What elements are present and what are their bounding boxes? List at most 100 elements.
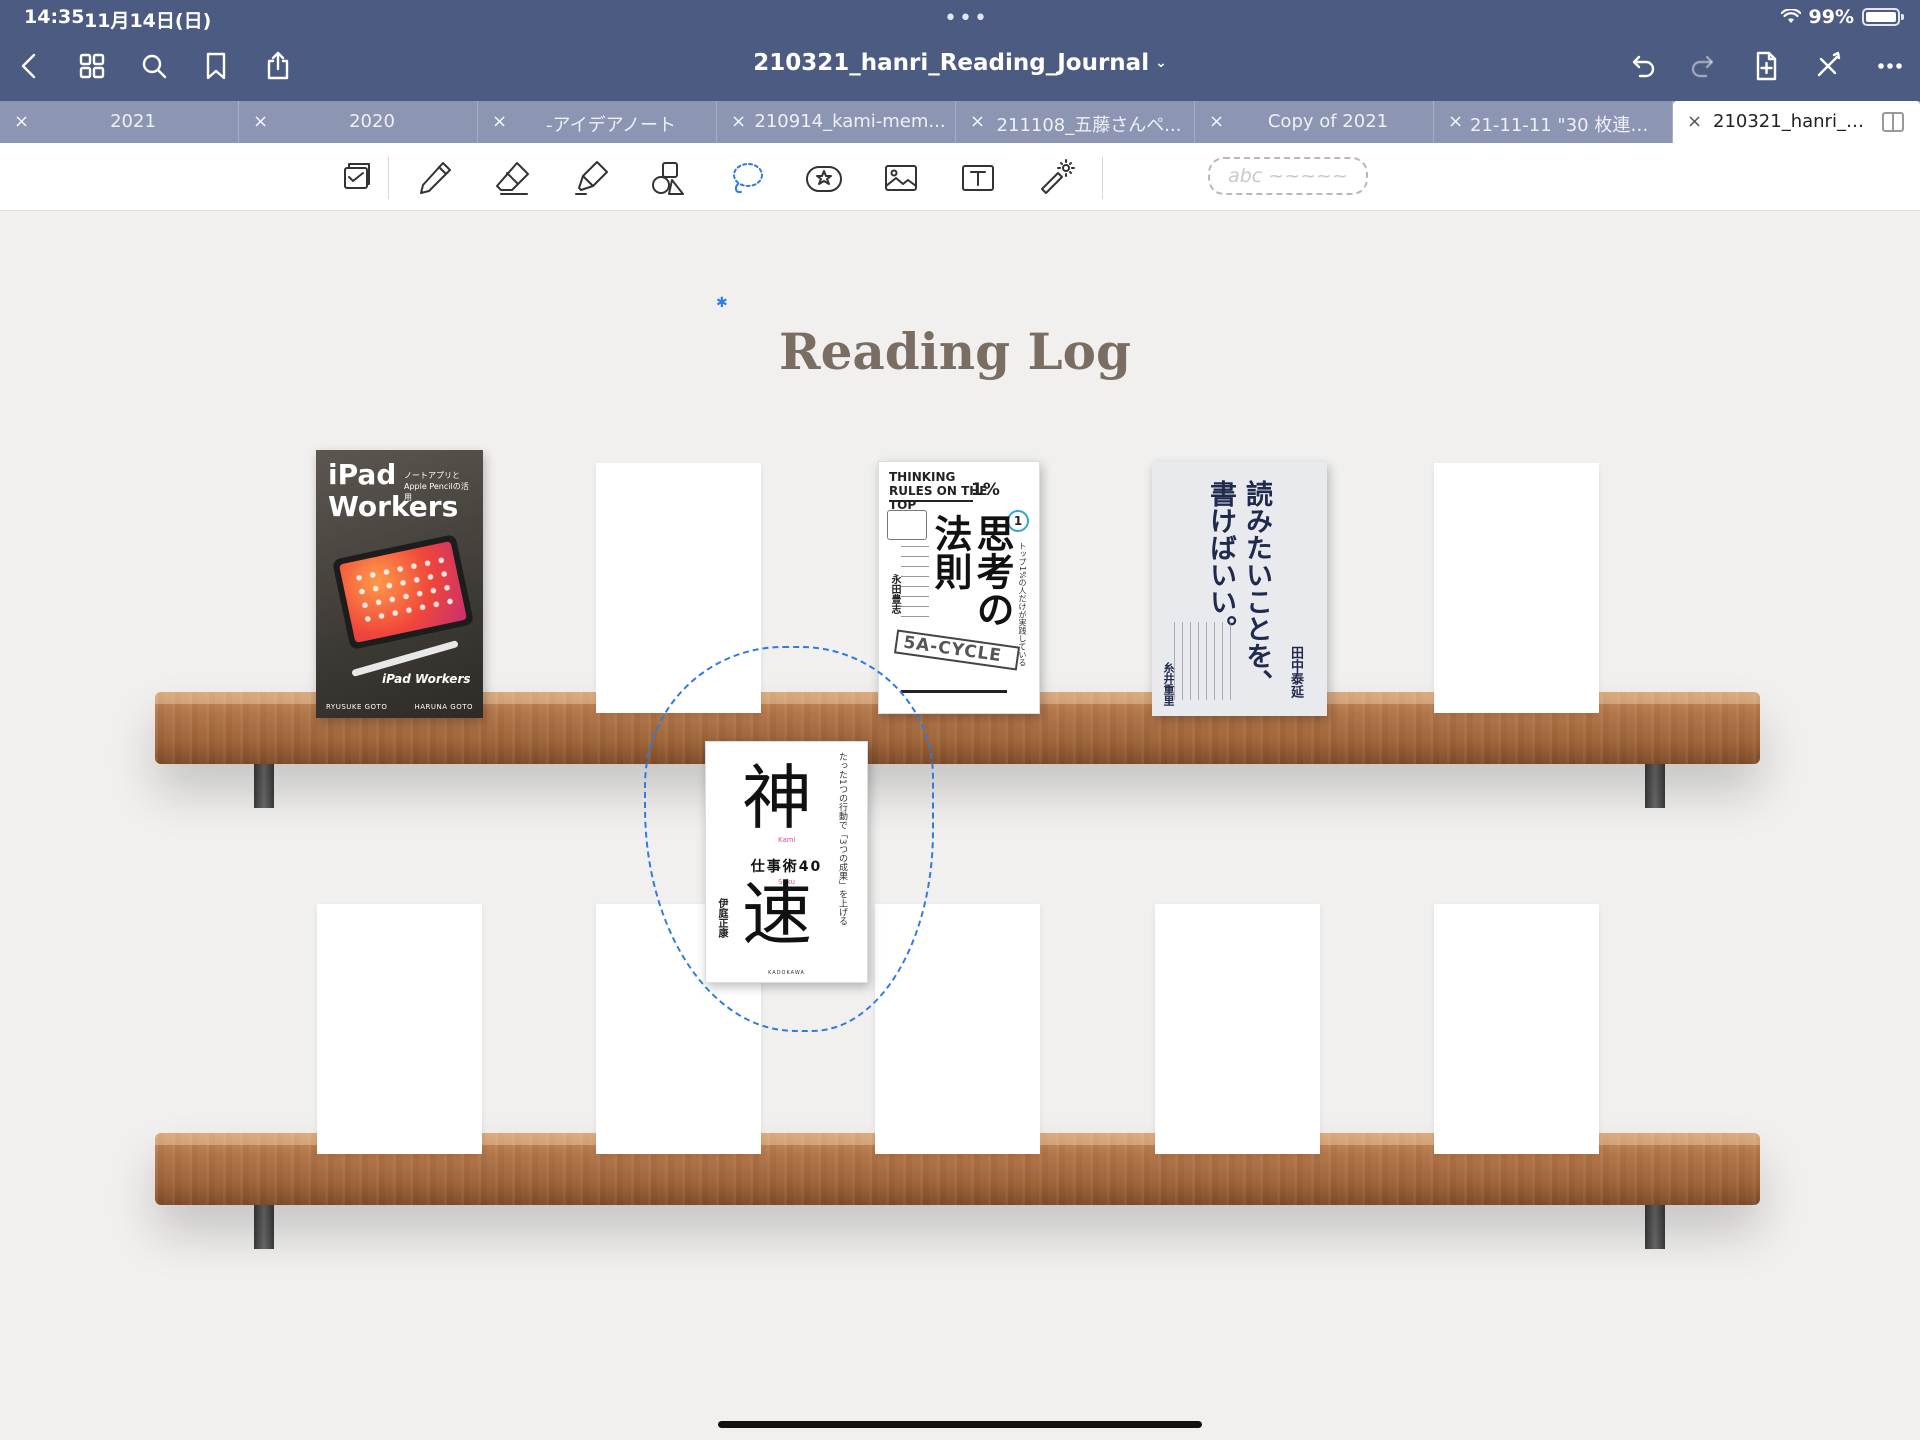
status-date: 11月14日(日) [84,10,212,32]
book-cover-yomitai[interactable]: 読みたいことを、 書けばいい。 田中泰延 糸井重里 [1152,462,1327,716]
book-author: 糸井重里 [1162,662,1175,706]
image-icon[interactable] [878,155,924,201]
tab-goto-page[interactable]: × 211108_五藤さんペ... [956,101,1195,143]
divider-line [889,500,973,502]
tab-label[interactable]: 211108_五藤さんペ... [992,111,1186,137]
text-icon[interactable] [955,155,1001,201]
shelf-bracket [1645,762,1665,808]
highlighter-icon[interactable] [568,155,614,201]
status-time: 14:35 [24,6,85,28]
chevron-down-icon[interactable]: ⌄ [1155,55,1167,71]
pen-icon[interactable] [412,155,458,201]
cover-fine-print [1174,622,1236,700]
split-view-icon[interactable] [1882,112,1904,132]
close-icon[interactable] [1808,46,1848,86]
tab-close-icon[interactable]: × [1209,111,1224,132]
bluetooth-icon: ✱ [716,295,728,311]
tab-close-icon[interactable]: × [1448,111,1463,132]
tab-idea-note[interactable]: × -アイデアノート [478,101,717,143]
tab-label[interactable]: Copy of 2021 [1231,111,1425,132]
tab-close-icon[interactable]: × [970,111,985,132]
shelf-bracket [1645,1203,1665,1249]
shapes-icon[interactable] [645,155,691,201]
book-tagline: たった1つの行動で「3つの成果」を上げる [837,752,847,926]
tab-label[interactable]: 2020 [275,111,469,132]
grid-icon[interactable] [72,46,112,86]
tab-label[interactable]: 210914_kami-mem... [753,111,947,132]
tool-bar: ✱ [0,143,1920,311]
tab-2021[interactable]: × 2021 [0,101,239,143]
tab-close-icon[interactable]: × [14,111,29,132]
scan-icon[interactable] [333,155,379,201]
book-publisher: KADOKAWA [768,970,805,976]
empty-book-slot[interactable] [875,904,1040,1154]
status-right: 99% [1780,6,1904,28]
tab-2020[interactable]: × 2020 [239,101,478,143]
shelf-bracket [254,762,274,808]
author-name: RYUSUKE GOTO [326,703,388,711]
tab-close-icon[interactable]: × [492,111,507,132]
title-bar: 14:35 11月14日(日) ••• 99% 210321_hanri_Rea… [0,0,1920,101]
text-style-preset[interactable]: abc ~~~~~ [1208,157,1368,195]
book-title-col1: 読みたいことを、 [1241,480,1272,696]
tab-label[interactable]: 21-11-11 "30 枚連続... [1470,111,1664,137]
empty-book-slot[interactable] [1155,904,1320,1154]
sticker-icon[interactable] [801,155,847,201]
share-icon[interactable] [258,46,298,86]
search-icon[interactable] [134,46,174,86]
tab-close-icon[interactable]: × [1687,111,1702,132]
laser-pointer-icon[interactable] [1033,155,1079,201]
book-cover-thinking-rules[interactable]: THINKING RULES ON THE TOP 1% 1 永田豊志 思考の … [878,461,1040,714]
shelf-bracket [254,1203,274,1249]
eraser-icon[interactable] [490,155,536,201]
book-title-col2: 法則 [928,514,973,590]
book-title-col2: 書けばいい。 [1205,480,1236,642]
redo-icon[interactable] [1684,46,1724,86]
book-author: 伊庭正康 [716,898,727,938]
book-cycle-label: 5A-CYCLE [893,629,1021,671]
book-title-char2: 速 [742,873,812,955]
book-percent: 1% [971,480,1000,500]
lasso-icon[interactable] [723,155,769,201]
tab-label[interactable]: 210321_hanri_Re... [1713,111,1870,132]
back-icon[interactable] [10,46,50,86]
toolbar-divider [1102,157,1103,199]
book-authors: RYUSUKE GOTO HARUNA GOTO [326,703,473,711]
tab-kami-memo[interactable]: × 210914_kami-mem... [717,101,956,143]
document-title-text[interactable]: 210321_hanri_Reading_Journal [753,50,1149,76]
page-heading: Reading Log [779,322,1131,381]
book-author: 田中泰延 [1288,646,1303,698]
undo-icon[interactable] [1622,46,1662,86]
book-romaji: Kami [778,836,796,844]
book-subtitle: ノートアプリと Apple Pencilの活用 [404,471,469,502]
empty-book-slot[interactable] [596,463,761,713]
book-author: 永田豊志 [889,574,900,614]
bookmark-icon[interactable] [196,46,236,86]
book-logo: iPad Workers [382,672,471,686]
tab-label[interactable]: -アイデアノート [514,111,708,137]
book-cover-ipad-workers[interactable]: iPad Workers ノートアプリと Apple Pencilの活用 iPa… [316,450,483,718]
more-icon[interactable] [1870,46,1910,86]
empty-book-slot[interactable] [317,904,482,1154]
book-title-char1: 神 [742,757,812,839]
wifi-icon [1780,9,1801,23]
home-indicator[interactable] [718,1421,1202,1428]
book-title-line1: iPad [328,458,397,491]
tab-close-icon[interactable]: × [731,111,746,132]
tab-30-pages[interactable]: × 21-11-11 "30 枚連続... [1434,101,1673,143]
add-page-icon[interactable] [1746,46,1786,86]
book-title-col1: 思考の [970,514,1015,628]
cycle-list-illustration [901,546,929,618]
empty-book-slot[interactable] [1434,904,1599,1154]
battery-icon [1862,8,1904,26]
toolbar-divider [388,157,389,199]
author-name: HARUNA GOTO [414,703,473,711]
empty-book-slot[interactable] [1434,463,1599,713]
tab-label[interactable]: 2021 [36,111,230,132]
tab-close-icon[interactable]: × [253,111,268,132]
tablet-illustration [331,533,475,651]
tab-reading-journal[interactable]: × 210321_hanri_Re... [1673,101,1920,143]
book-cover-kami-soku[interactable]: たった1つの行動で「3つの成果」を上げる 神 Kami 仕事術40 Soku 速… [705,741,868,983]
multitasking-grabber[interactable]: ••• [944,6,989,31]
tab-copy-of-2021[interactable]: × Copy of 2021 [1195,101,1434,143]
